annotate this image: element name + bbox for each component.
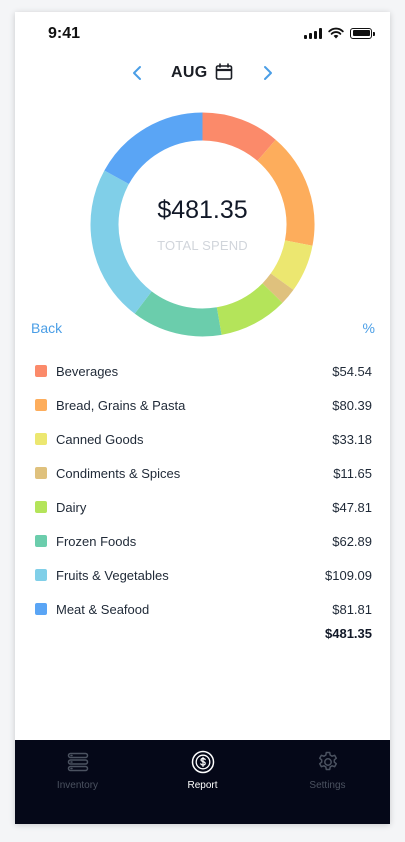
list-item[interactable]: Dairy $47.81 (35, 490, 372, 524)
tab-label: Inventory (56, 780, 99, 791)
category-name: Canned Goods (56, 431, 144, 447)
category-swatch (35, 467, 47, 479)
status-bar: 9:41 (15, 12, 390, 56)
category-swatch (35, 569, 47, 581)
category-name: Bread, Grains & Pasta (56, 397, 186, 413)
category-amount: $62.89 (332, 533, 372, 549)
percent-toggle[interactable]: % (363, 320, 375, 336)
wifi-icon (328, 27, 344, 39)
list-item[interactable]: Frozen Foods $62.89 (35, 524, 372, 558)
list-item[interactable]: Fruits & Vegetables $109.09 (35, 558, 372, 592)
category-swatch (35, 433, 47, 445)
category-name: Meat & Seafood (56, 601, 150, 617)
list-icon (67, 752, 88, 772)
donut-segment (262, 273, 294, 303)
list-total: $481.35 (325, 626, 372, 641)
category-name: Frozen Foods (56, 533, 137, 549)
tab-label: Settings (309, 780, 346, 791)
signal-icon (304, 27, 322, 39)
category-swatch (35, 603, 47, 615)
back-button[interactable]: Back (31, 320, 62, 336)
category-amount: $33.18 (332, 431, 372, 447)
list-item[interactable]: Beverages $54.54 (35, 354, 372, 388)
category-swatch (35, 399, 47, 411)
category-name: Condiments & Spices (56, 465, 181, 481)
month-header: AUG (15, 60, 390, 86)
list-item[interactable]: Canned Goods $33.18 (35, 422, 372, 456)
chevron-right-icon (264, 66, 272, 80)
next-month-button[interactable] (256, 61, 280, 85)
category-list: Beverages $54.54 Bread, Grains & Pasta $… (35, 354, 372, 626)
list-item[interactable]: Condiments & Spices $11.65 (35, 456, 372, 490)
chevron-left-icon (133, 66, 141, 80)
list-item[interactable]: Bread, Grains & Pasta $80.39 (35, 388, 372, 422)
tab-settings[interactable]: Settings (265, 740, 390, 824)
category-swatch (35, 535, 47, 547)
category-amount: $81.81 (332, 601, 372, 617)
battery-icon (350, 27, 375, 39)
category-name: Fruits & Vegetables (56, 567, 169, 583)
month-label: AUG (171, 64, 208, 81)
gear-icon (318, 751, 337, 771)
tab-bar: Inventory Report Settings (15, 740, 390, 824)
category-amount: $54.54 (332, 363, 372, 379)
status-icons (304, 27, 375, 39)
donut-segment (216, 282, 283, 335)
previous-month-button[interactable] (125, 61, 149, 85)
donut-segment (134, 291, 222, 337)
category-amount: $109.09 (325, 567, 372, 583)
calendar-icon[interactable] (215, 63, 233, 81)
category-amount: $80.39 (332, 397, 372, 413)
total-spend-caption: TOTAL SPEND (157, 238, 248, 253)
spend-donut-chart: $481.35 TOTAL SPEND (90, 112, 315, 337)
list-item[interactable]: Meat & Seafood $81.81 (35, 592, 372, 626)
donut-segment (202, 112, 276, 162)
category-amount: $47.81 (332, 499, 372, 515)
total-spend-value: $481.35 (157, 196, 248, 224)
category-swatch (35, 365, 47, 377)
phone-screen: 9:41 AUG $481.35 TOTAL SPEND Back % Beve… (15, 12, 390, 824)
dollar-coin-icon (191, 750, 214, 774)
tab-label: Report (187, 780, 218, 791)
category-name: Beverages (56, 363, 119, 379)
category-swatch (35, 501, 47, 513)
status-time: 9:41 (48, 25, 81, 42)
tab-report[interactable]: Report (140, 740, 265, 824)
tab-inventory[interactable]: Inventory (15, 740, 140, 824)
category-name: Dairy (56, 499, 87, 515)
donut-segment (104, 112, 203, 185)
category-amount: $11.65 (333, 465, 372, 481)
